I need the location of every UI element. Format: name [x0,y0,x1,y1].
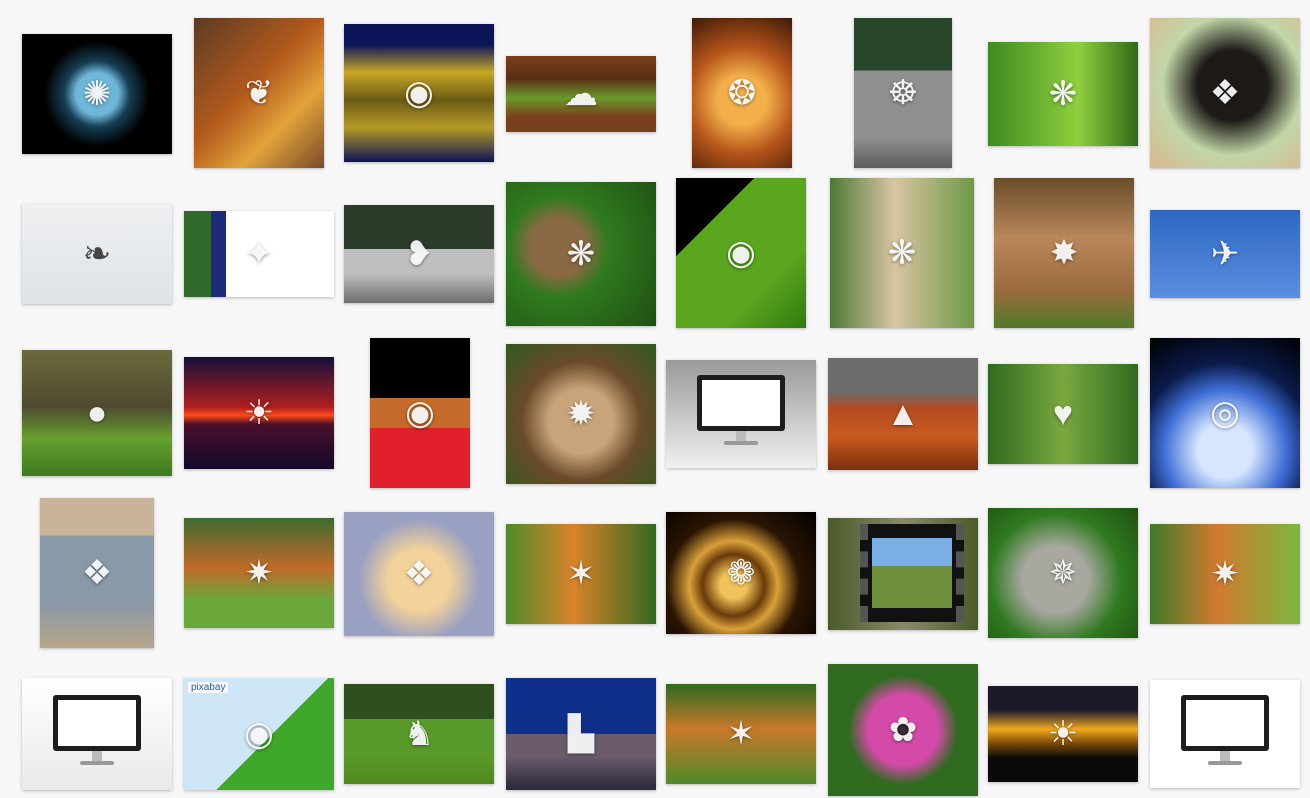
little-owl-on-rock-thumbnail[interactable]: ❋ [988,42,1138,146]
swan-thumbnail[interactable]: ❧ [22,204,172,304]
buddha-statue-thumbnail[interactable]: ☸ [854,18,952,168]
film-strip-landscape-thumbnail[interactable] [828,518,978,630]
statue-icon: ☸ [887,74,919,112]
deer-icon: ♞ [403,715,435,753]
pixabay-logo-text: pixabay [188,682,229,693]
frog-icon: ◉ [726,234,756,272]
owl-icon: ❋ [1048,75,1078,113]
robin-icon: ♥ [1052,395,1074,433]
cougar-thumbnail[interactable]: ✸ [994,178,1134,328]
dog-icon: ❖ [81,554,113,592]
spiral-icon: ❁ [726,554,756,592]
leaf-icon: ❦ [244,74,274,112]
lynx-thumbnail[interactable]: ✹ [506,344,656,484]
puppy-icon: ❖ [403,555,435,593]
planet-icon: ◎ [1210,394,1240,432]
lion-icon: ❂ [727,74,757,112]
frog-reflection-thumbnail[interactable]: ◉ [344,24,494,162]
barn-owl-thumbnail[interactable]: ❋ [830,178,974,328]
lamb-icon: ☁ [564,75,598,113]
pallas-cat-thumbnail[interactable]: ✵ [988,508,1138,638]
owl-closeup-thumbnail[interactable]: ❋ [506,182,656,326]
peacock-thumbnail[interactable]: ✦ [184,211,334,297]
bird-icon: ❥ [404,235,434,273]
frog-on-flower-thumbnail[interactable]: ◉ [370,338,470,488]
monitor-icon [697,374,785,445]
seagull-thumbnail[interactable]: ✈ [1150,210,1300,298]
lynx-icon: ✹ [566,395,596,433]
tiger-roar-thumbnail[interactable]: ✶ [506,524,656,624]
sunset-icon: ☀ [1047,715,1079,753]
otter-icon: ● [86,394,108,432]
owl-icon: ❋ [887,234,917,272]
city-icon: ▙ [567,715,595,753]
ceramic-birds-thumbnail[interactable]: ❥ [344,205,494,303]
fractal-lion-thumbnail[interactable]: ❂ [692,18,792,168]
ornament-icon: ✺ [82,75,112,113]
owl-icon: ❋ [566,235,596,273]
frog-icon: ◉ [405,394,435,432]
deer-herd-thumbnail[interactable]: ♞ [344,684,494,784]
fox-sniffing-thumbnail[interactable]: ✷ [1150,524,1300,624]
image-grid: ✺ ❦ ◉ ☁ ❂ ☸ ❋ ❖ ❧ ✦ ❥ ❋ ◉ ❋ ✸ ✈ ● ☀ ◉ ✹ … [0,0,1310,798]
red-sunset-sea-thumbnail[interactable]: ☀ [184,357,334,469]
monitor-icon [53,694,141,765]
bernese-dog-thumbnail[interactable]: ❖ [1150,18,1300,168]
blue-skull-ornament-thumbnail[interactable]: ✺ [22,34,172,154]
earth-hurricane-thumbnail[interactable]: ◎ [1150,338,1300,488]
tree-frog-leaf-thumbnail[interactable]: ◉ [676,178,806,328]
kermit-pixabay-screen-thumbnail[interactable]: ◉ pixabay [184,678,334,790]
monitor-icon [1181,694,1269,765]
frog-icon: ◉ [404,74,434,112]
otter-thumbnail[interactable]: ● [22,350,172,476]
swan-icon: ❧ [82,235,112,273]
autumn-leaves-frame-thumbnail[interactable]: ❦ [194,18,324,168]
flower-icon: ✿ [888,711,918,749]
gull-icon: ✈ [1210,235,1240,273]
fox-icon: ✷ [1210,555,1240,593]
pink-daisy-thumbnail[interactable]: ✿ [828,664,978,796]
lamb-on-grass-thumbnail[interactable]: ☁ [506,56,656,132]
robin-on-branch-thumbnail[interactable]: ♥ [988,364,1138,464]
mesa-icon: ▲ [886,395,920,433]
cat-icon: ✵ [1048,554,1078,592]
tiger-lying-thumbnail[interactable]: ✶ [666,684,816,784]
fox-icon: ✷ [244,554,274,592]
cloud-gate-night-thumbnail[interactable]: ▙ [506,678,656,790]
tiger-icon: ✶ [566,555,596,593]
sunset-icon: ☀ [243,394,275,432]
dog-icon: ❖ [1209,74,1241,112]
blank-monitor-white-thumbnail[interactable] [1150,680,1300,788]
cougar-icon: ✸ [1049,234,1079,272]
sunset-city-silhouette-thumbnail[interactable]: ☀ [988,686,1138,782]
fox-grass-thumbnail[interactable]: ✷ [184,518,334,628]
tiger-icon: ✶ [726,715,756,753]
blank-monitor-grey-thumbnail[interactable] [666,360,816,468]
monitor-website-mug-thumbnail[interactable] [22,678,172,790]
peacock-icon: ✦ [244,235,274,273]
monument-valley-thumbnail[interactable]: ▲ [828,358,978,470]
golden-puppy-thumbnail[interactable]: ❖ [344,512,494,636]
film-strip-icon [860,524,964,622]
schnauzer-water-thumbnail[interactable]: ❖ [40,498,154,648]
frog-icon: ◉ [244,715,274,753]
golden-spiral-fractal-thumbnail[interactable]: ❁ [666,512,816,634]
